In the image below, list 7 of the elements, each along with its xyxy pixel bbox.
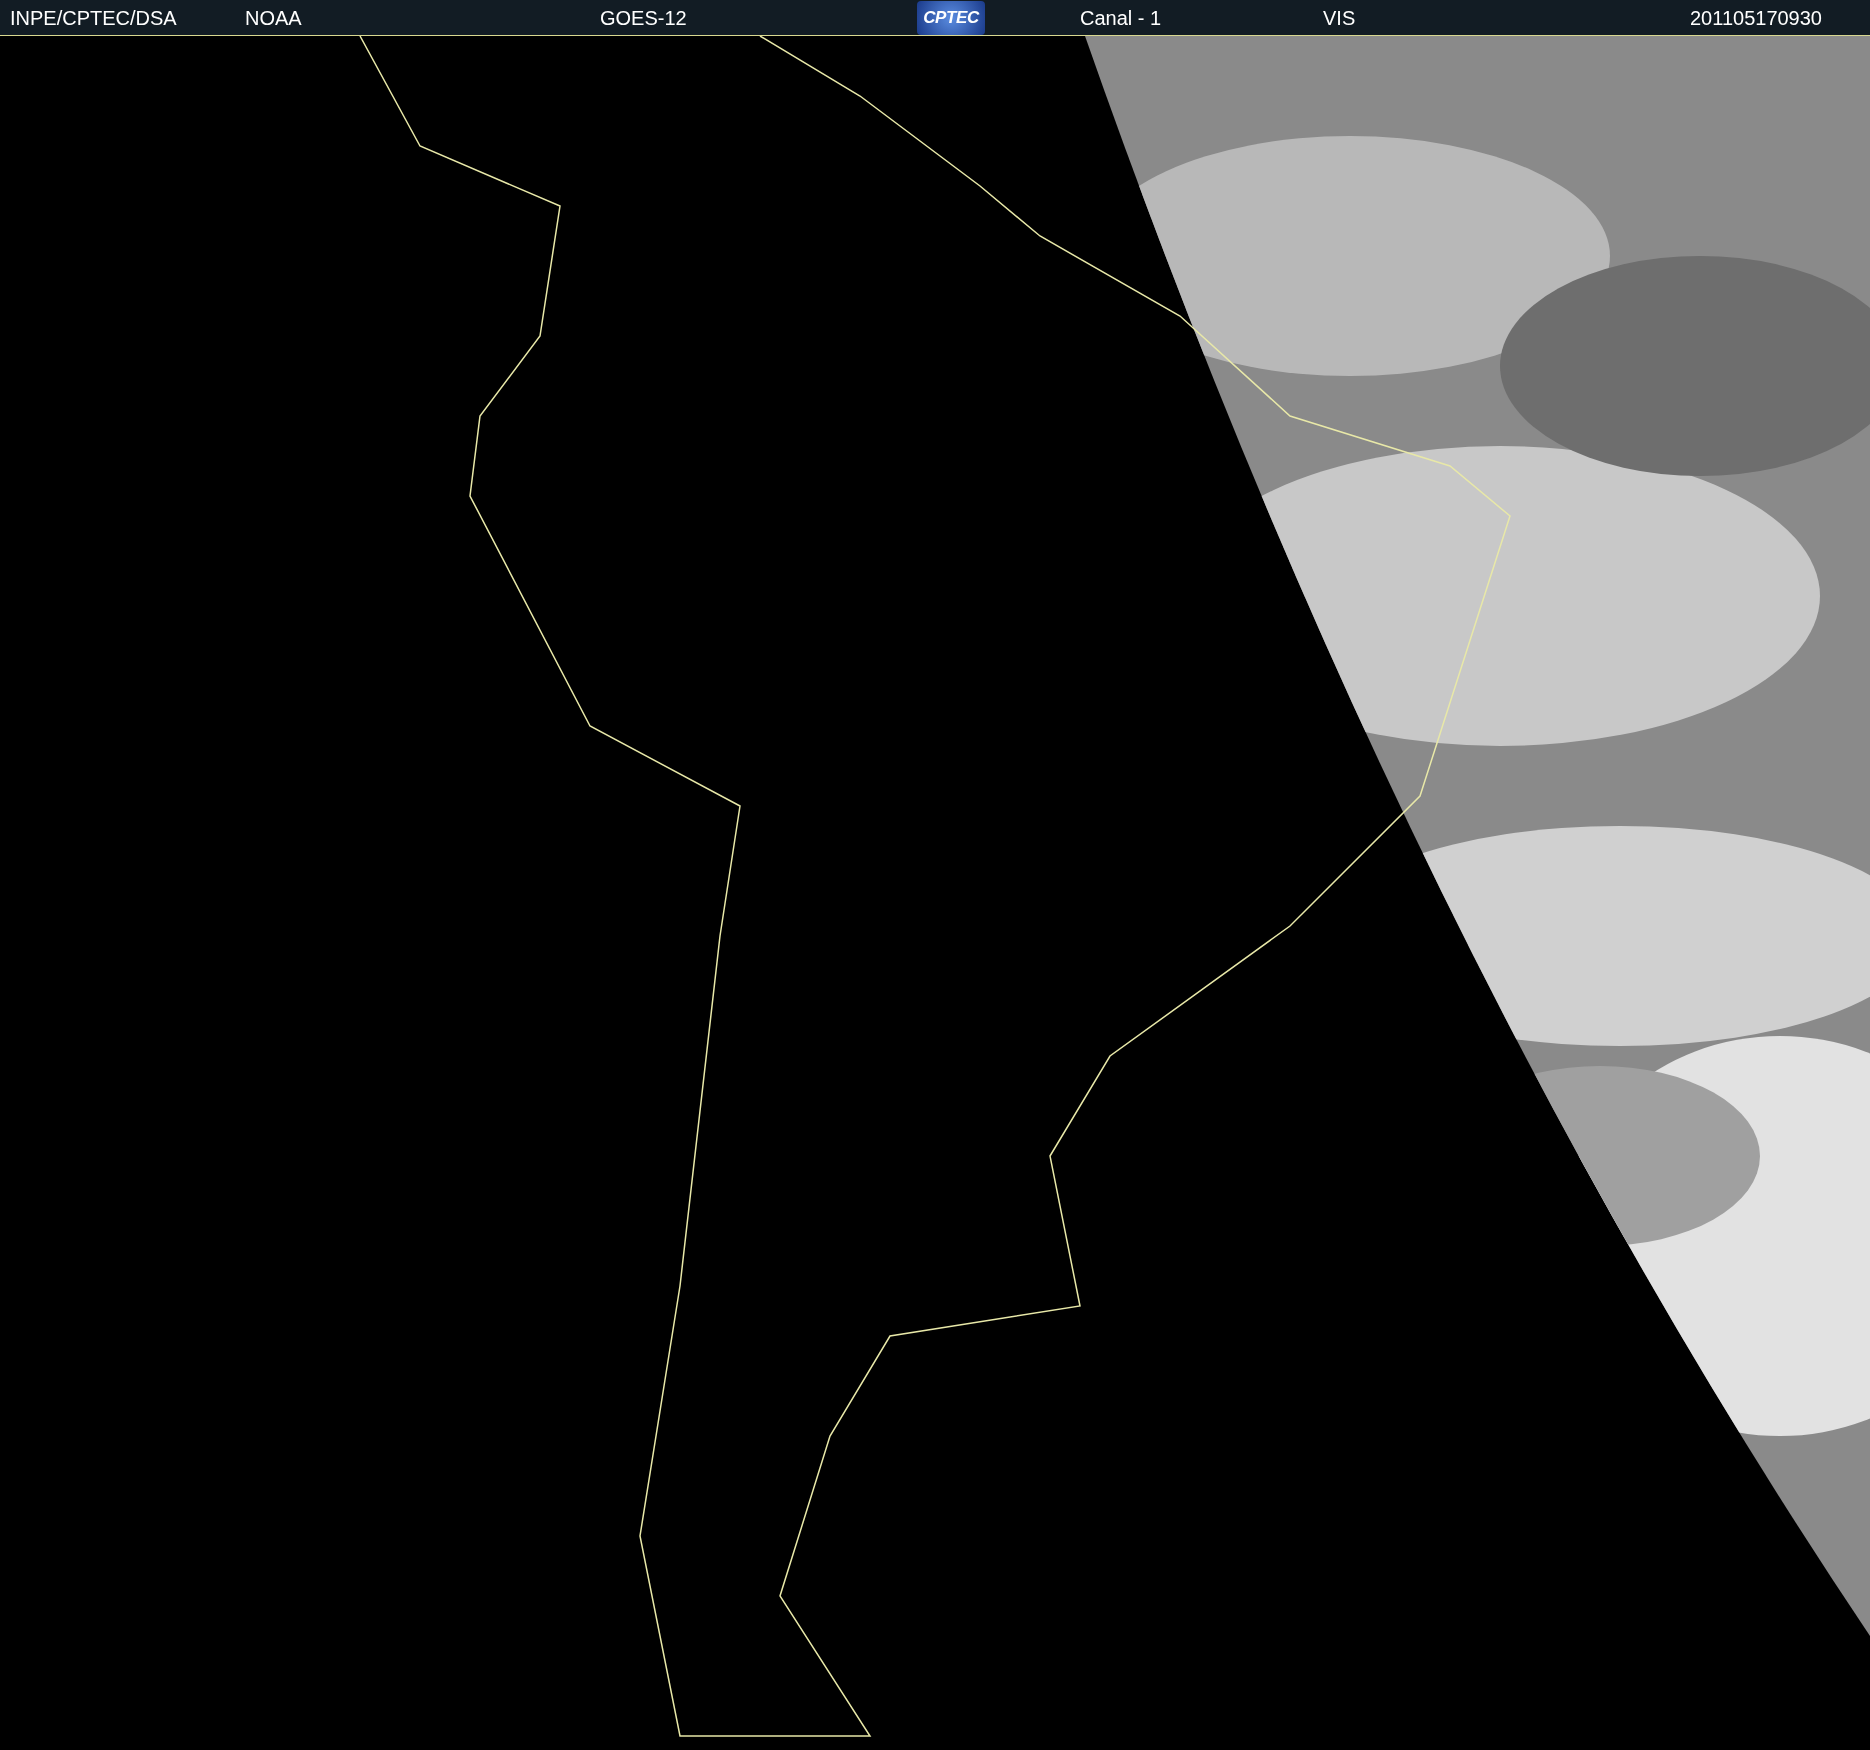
header-label: 201105170930 xyxy=(1690,5,1822,31)
header-label: GOES-12 xyxy=(600,5,687,31)
header-label: VIS xyxy=(1323,5,1356,31)
header-label: NOAA xyxy=(245,5,302,31)
header-label: INPE/CPTEC/DSA xyxy=(10,5,177,31)
logo: CPTEC xyxy=(917,0,985,35)
header-label: Canal - 1 xyxy=(1080,5,1162,31)
